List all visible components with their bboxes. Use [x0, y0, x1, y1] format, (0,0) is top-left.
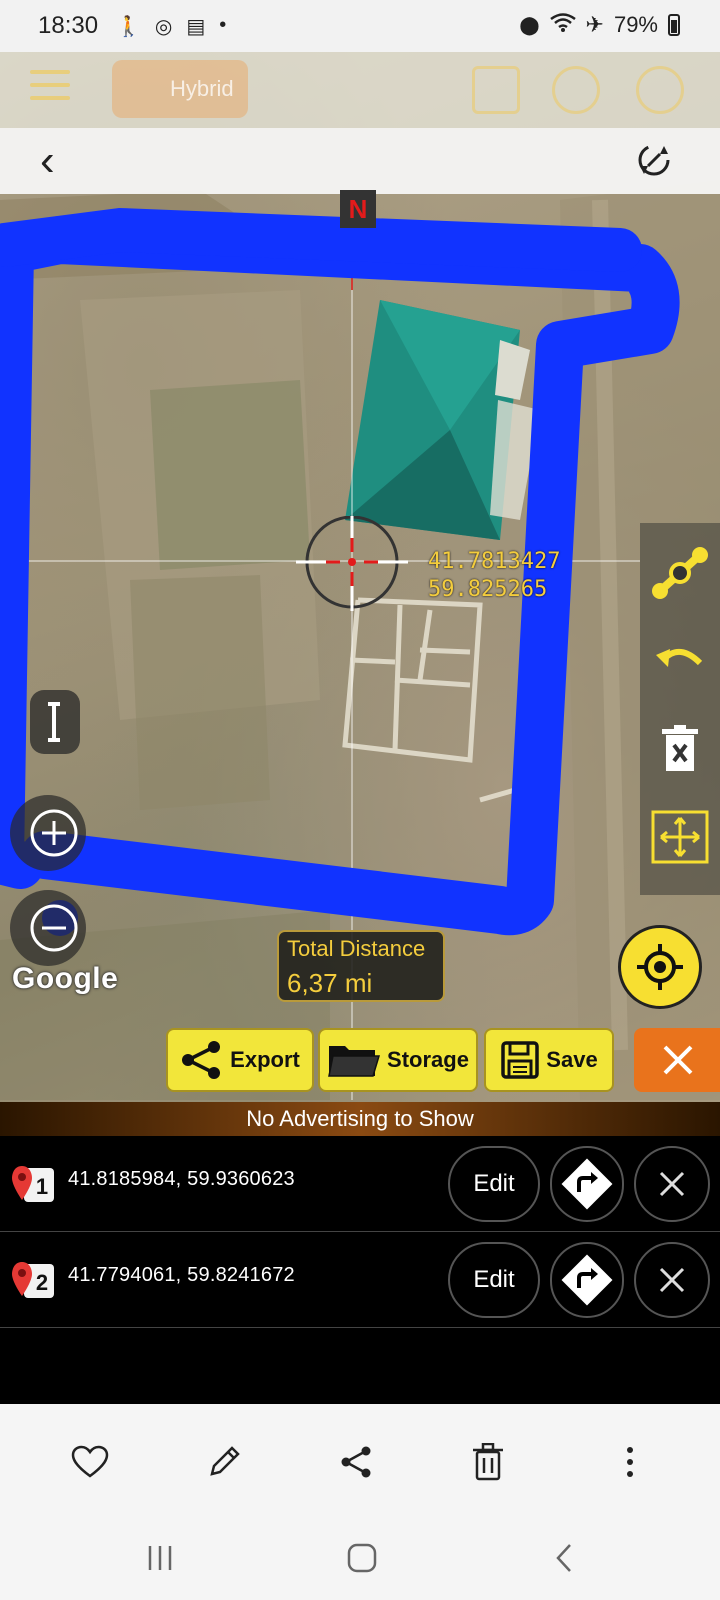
waypoint-marker-icon: 2	[10, 1260, 56, 1300]
total-distance-value: 6,37 mi	[287, 968, 373, 998]
trash-icon[interactable]	[466, 1440, 510, 1484]
recents-icon[interactable]	[140, 1540, 180, 1576]
navigate-waypoint-button[interactable]	[550, 1242, 624, 1318]
crosshair-reticle	[296, 516, 408, 611]
map-app-bar: Hybrid	[0, 52, 720, 128]
waypoint-coordinates: 41.7794061, 59.8241672	[68, 1264, 295, 1286]
save-button[interactable]: Save	[484, 1028, 614, 1092]
back-icon[interactable]	[544, 1540, 584, 1576]
wifi-icon	[549, 12, 576, 38]
export-label: Export	[230, 1047, 300, 1072]
path-tool-icon[interactable]	[640, 533, 720, 613]
close-track-button[interactable]	[634, 1028, 720, 1092]
target-icon	[637, 944, 683, 990]
undo-icon[interactable]	[640, 621, 720, 701]
north-indicator: N	[340, 190, 376, 228]
waypoint-list: 1 41.8185984, 59.9360623 Edit 2 41.77940…	[0, 1136, 720, 1404]
crosshair-latitude: 41.7813427	[428, 549, 561, 574]
zoom-in-button[interactable]	[10, 795, 86, 871]
navigation-bar: ‹	[0, 128, 720, 194]
waypoint-row[interactable]: 1 41.8185984, 59.9360623 Edit	[0, 1136, 720, 1232]
fit-to-screen-icon[interactable]	[640, 797, 720, 877]
waypoint-coordinates: 41.8185984, 59.9360623	[68, 1168, 295, 1190]
storage-button[interactable]: Storage	[318, 1028, 478, 1092]
directions-icon	[561, 1158, 613, 1210]
pencil-icon[interactable]	[202, 1440, 246, 1484]
notification-dot: •	[219, 14, 227, 36]
more-vertical-icon[interactable]	[608, 1440, 652, 1484]
zoom-out-button[interactable]	[10, 890, 86, 966]
menu-icon[interactable]	[30, 70, 70, 106]
walking-icon: 🚶	[116, 16, 141, 38]
right-toolbar	[640, 523, 720, 895]
folder-icon	[328, 1046, 381, 1077]
heart-icon[interactable]	[68, 1440, 112, 1484]
airplane-icon: ✈	[585, 12, 604, 37]
waypoint-index: 2	[36, 1270, 48, 1295]
back-button[interactable]: ‹	[40, 136, 55, 186]
share-icon[interactable]	[334, 1440, 378, 1484]
my-location-button[interactable]	[618, 925, 702, 1009]
close-icon	[663, 1045, 693, 1075]
map-type-label: Hybrid	[170, 76, 234, 101]
floppy-disk-icon	[501, 1041, 540, 1079]
google-logo: Google	[12, 962, 119, 995]
delete-track-icon[interactable]	[640, 709, 720, 789]
waypoint-index: 1	[36, 1174, 48, 1199]
save-label: Save	[546, 1047, 598, 1072]
location-icon: ⬤	[519, 14, 540, 35]
map-type-chip[interactable]: Hybrid	[112, 60, 248, 118]
bottom-toolbar	[0, 1404, 720, 1514]
storage-label: Storage	[387, 1047, 469, 1072]
search-icon[interactable]	[636, 66, 684, 114]
remove-waypoint-button[interactable]	[634, 1242, 710, 1318]
world-map-icon[interactable]	[472, 66, 520, 114]
total-distance-panel: Total Distance 6,37 mi	[277, 930, 445, 1002]
home-icon[interactable]	[342, 1540, 382, 1576]
close-icon	[659, 1267, 685, 1293]
directions-icon	[561, 1254, 613, 1306]
edit-waypoint-button[interactable]: Edit	[448, 1242, 540, 1318]
export-button[interactable]: Export	[166, 1028, 314, 1092]
status-time: 18:30	[38, 12, 99, 39]
waypoint-row[interactable]: 2 41.7794061, 59.8241672 Edit	[0, 1232, 720, 1328]
close-icon	[659, 1171, 685, 1197]
waypoint-marker-icon: 1	[10, 1164, 56, 1204]
share-icon	[182, 1041, 221, 1079]
minus-icon	[30, 904, 78, 952]
status-bar: 18:30 🚶 ◎ ▤ • ⬤ ✈ 79%	[0, 0, 720, 52]
remove-waypoint-button[interactable]	[634, 1146, 710, 1222]
fullscreen-button[interactable]	[30, 690, 80, 754]
total-distance-title: Total Distance	[287, 936, 426, 961]
chrome-icon: ◎	[154, 16, 173, 38]
system-navigation-bar	[0, 1514, 720, 1600]
battery-icon	[668, 14, 680, 36]
plus-icon	[30, 809, 78, 857]
crosshair-coordinates: 41.7813427 59.825265	[428, 548, 560, 604]
edit-waypoint-button[interactable]: Edit	[448, 1146, 540, 1222]
rotate-sync-icon[interactable]	[634, 140, 674, 180]
fullscreen-icon	[48, 702, 60, 742]
advertising-banner: No Advertising to Show	[0, 1102, 720, 1136]
calendar-icon: ▤	[186, 16, 206, 38]
crosshair-longitude: 59.825265	[428, 577, 548, 602]
globe-pin-icon[interactable]	[552, 66, 600, 114]
navigate-waypoint-button[interactable]	[550, 1146, 624, 1222]
battery-percent: 79%	[613, 12, 658, 37]
